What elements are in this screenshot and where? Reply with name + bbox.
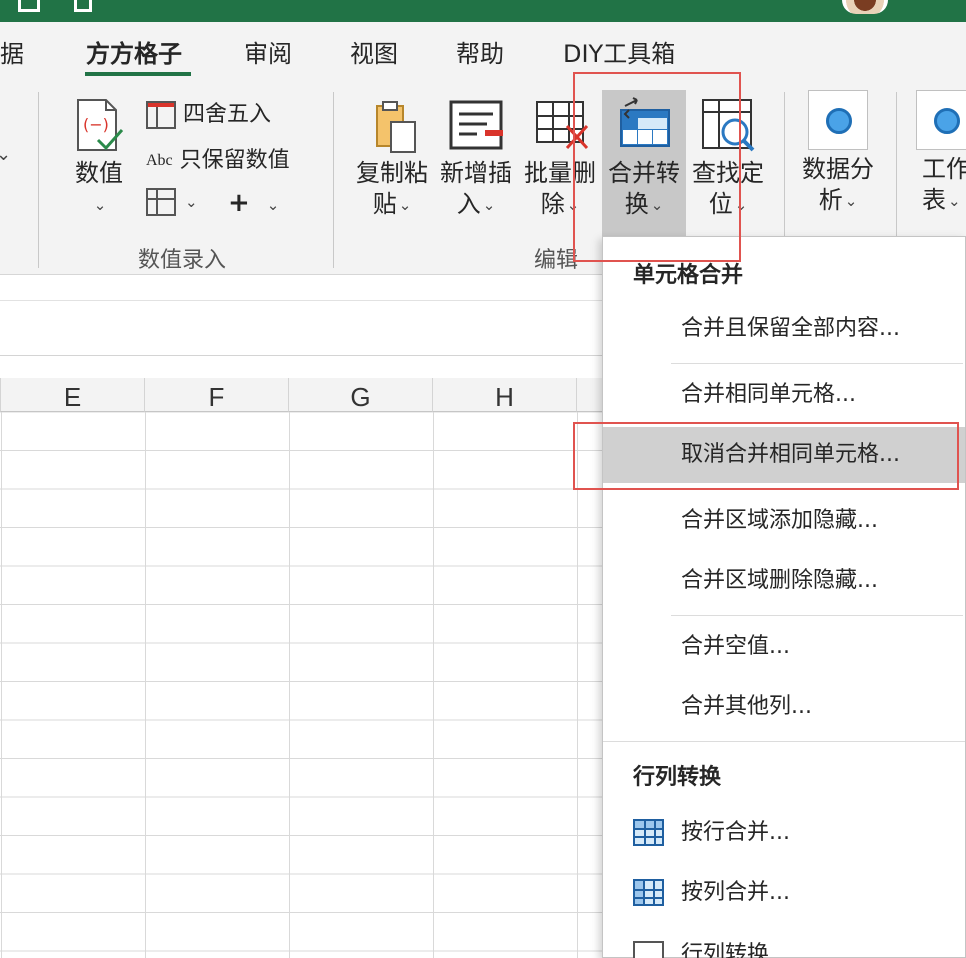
title-bar [0,0,966,22]
chevron-down-icon: ⌄ [482,195,496,214]
menu-item-row-column-convert[interactable]: 行列转换 [603,927,965,958]
data-analysis-label-1: 数据分 [802,155,874,183]
abc-icon: Abc [146,152,173,169]
round-icon [146,101,176,129]
find-locate-button[interactable]: 查找定 位 ⌄ [690,96,766,221]
value-button-label: 数值 [75,159,123,187]
round-button[interactable]: 四舍五入 [146,96,271,129]
merge-convert-button[interactable]: 合并转 换 ⌄ [602,90,686,236]
menu-item-merge-empty[interactable]: 合并空值... [603,619,965,675]
group-separator [38,92,39,268]
merge-convert-menu: 单元格合并 合并且保留全部内容... 合并相同单元格... 取消合并相同单元格.… [602,236,966,958]
numeric-entry-group-label: 数值录入 [138,248,227,273]
worksheet-button[interactable]: 工作 表 ⌄ [916,90,966,217]
worksheet-label-2: 表 [922,186,946,214]
find-icon [699,96,757,154]
column-header-e[interactable]: E [1,378,145,412]
menu-section-row-column: 行列转换 [633,765,722,790]
round-label: 四舍五入 [183,102,272,127]
menu-item-unmerge-same[interactable]: 取消合并相同单元格... [603,427,965,483]
menu-item-merge-by-row[interactable]: 按行合并... [603,805,965,861]
ribbon-tabs: 数据 方方格子 审阅 视图 帮助 DIY工具箱 [0,22,966,80]
batch-delete-button[interactable]: 批量删 除 ⌄ [522,96,598,221]
data-analysis-label-2: 析 [818,186,843,214]
copy-paste-label-1: 复制粘 [356,159,428,187]
copy-paste-label-2: 贴 [372,190,397,218]
row-column-convert-icon [633,941,664,958]
menu-divider [671,615,963,616]
tab-help[interactable]: 帮助 [456,34,504,69]
find-locate-label-2: 位 [708,190,733,218]
menu-item-merge-by-column[interactable]: 按列合并... [603,865,965,921]
merge-by-row-icon [633,819,664,846]
tab-diy-toolbox[interactable]: DIY工具箱 [563,34,675,69]
merge-convert-label-2: 换 [624,190,649,218]
merge-convert-icon [615,96,673,154]
data-analysis-button[interactable]: 数据分 析 ⌄ [800,90,876,217]
tab-fangfanggezi[interactable]: 方方格子 [86,34,182,69]
add-button[interactable]: + ⌄ [228,188,279,218]
value-icon: (−) [70,96,128,154]
tab-review[interactable]: 审阅 [244,34,292,69]
merge-by-column-label: 按列合并... [681,880,790,905]
chevron-down-icon: ⌄ [93,195,107,214]
worksheet-icon [916,90,966,150]
worksheet-label-1: 工作 [922,155,966,183]
chevron-down-icon: ⌄ [734,195,748,214]
tab-view[interactable]: 视图 [350,34,398,69]
insert-label-2: 入 [456,190,481,218]
chevron-down-icon: ⌄ [398,195,412,214]
merge-convert-label-1: 合并转 [608,159,680,187]
group-separator [333,92,334,268]
tab-data[interactable]: 数据 [0,34,24,69]
batch-delete-icon [531,96,589,154]
menu-section-divider [603,741,965,742]
plus-icon: + [228,188,250,218]
edit-table-icon [146,188,176,216]
edit-table-button[interactable]: ⌄ [146,188,198,216]
chevron-down-icon: ⌄ [948,191,961,210]
menu-item-merge-add-hidden[interactable]: 合并区域添加隐藏... [603,493,965,549]
copy-paste-button[interactable]: 复制粘 贴 ⌄ [354,96,430,221]
chevron-down-icon: ⌄ [566,195,580,214]
chevron-down-icon: ⌄ [266,196,280,214]
find-locate-label-1: 查找定 [692,159,764,187]
insert-label-1: 新增插 [440,159,512,187]
menu-item-merge-other-columns[interactable]: 合并其他列... [603,679,965,735]
insert-button[interactable]: 新增插 入 ⌄ [438,96,514,221]
menu-item-merge-keep-all[interactable]: 合并且保留全部内容... [603,301,965,357]
active-tab-indicator [85,72,191,76]
menu-item-merge-same[interactable]: 合并相同单元格... [603,367,965,423]
batch-delete-label-1: 批量删 [524,159,596,187]
column-header-h[interactable]: H [433,378,577,412]
value-button[interactable]: (−) 数值 ⌄ [70,96,128,221]
menu-divider [671,363,963,364]
row-column-convert-label: 行列转换 [681,942,770,958]
merge-by-row-label: 按行合并... [681,820,790,845]
chevron-down-icon: ⌄ [185,193,198,211]
collapsed-group-caret[interactable]: ⌄ [0,144,11,165]
menu-section-cell-merge: 单元格合并 [633,263,744,288]
keep-value-label: 只保留数值 [179,148,290,173]
avatar[interactable] [842,0,888,14]
insert-icon [447,96,505,154]
merge-by-column-icon [633,879,664,906]
column-header-f[interactable]: F [145,378,289,412]
svg-text:(−): (−) [83,115,109,134]
column-header-g[interactable]: G [289,378,433,412]
chevron-down-icon: ⌄ [650,195,664,214]
batch-delete-label-2: 除 [540,190,565,218]
menu-item-merge-remove-hidden[interactable]: 合并区域删除隐藏... [603,553,965,609]
data-analysis-icon [808,90,868,150]
paste-icon [363,96,421,154]
keep-value-button[interactable]: Abc 只保留数值 [146,142,290,174]
edit-group-label: 编辑 [534,248,579,273]
undo-icon[interactable] [74,0,92,12]
save-icon[interactable] [18,0,40,12]
chevron-down-icon: ⌄ [844,191,858,210]
